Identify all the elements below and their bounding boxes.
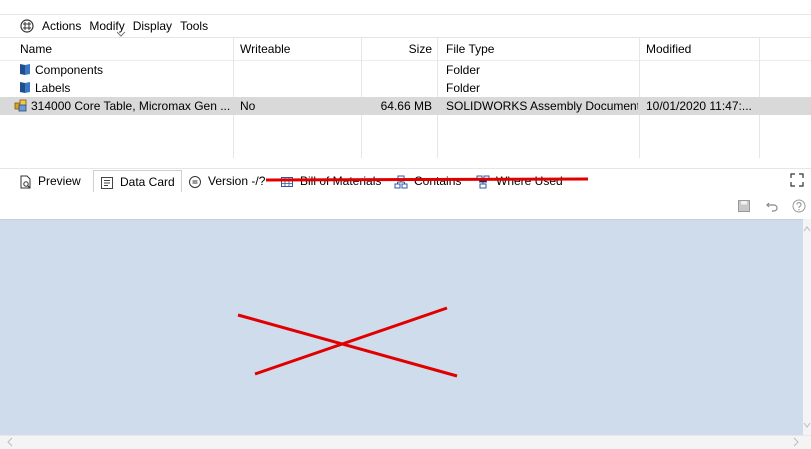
scroll-right-icon[interactable] [790,436,802,448]
tab-version[interactable]: Version -/? [182,170,271,192]
column-header-name[interactable]: Name [20,38,230,60]
row-name: 314000 Core Table, Micromax Gen ... [31,99,231,113]
scroll-down-icon[interactable] [803,419,811,431]
column-header-writeable[interactable]: Writeable [240,38,350,60]
table-row-selected[interactable]: 314000 Core Table, Micromax Gen ... No 6… [0,97,811,115]
vault-icon [20,19,34,33]
file-type-cell: Folder [446,63,481,77]
row-name: Components [35,63,104,77]
folder-icon [18,80,32,94]
name-cell: Labels [18,79,233,97]
tab-label: Preview [38,174,81,188]
writeable-cell: No [240,99,256,113]
maximize-icon[interactable] [790,173,804,190]
undo-icon[interactable] [765,199,779,213]
sort-chevron-down-icon [116,31,126,37]
horizontal-scrollbar[interactable] [0,435,811,449]
annotation-line [237,313,458,378]
title-strip [0,0,811,15]
vertical-scrollbar[interactable] [803,219,811,435]
menu-tools[interactable]: Tools [176,15,212,37]
tab-label: Where Used [496,174,563,188]
version-icon [188,174,202,188]
table-row[interactable]: Labels Folder [0,79,811,97]
data-card-toolbar [0,193,811,219]
modified-cell: 10/01/2020 11:47:... [646,99,752,113]
file-list: Components Folder Labels Folder 314000 C… [0,61,811,115]
data-card-icon [100,175,114,189]
assembly-icon [14,98,28,112]
file-type-cell: SOLIDWORKS Assembly Document [446,99,638,113]
menu-display[interactable]: Display [129,15,176,37]
tab-label: Version -/? [208,174,266,188]
tab-preview[interactable]: Preview [12,170,87,192]
file-type-cell: Folder [446,81,481,95]
preview-icon [18,174,32,189]
row-name: Labels [35,81,71,95]
name-cell: Components [18,61,233,79]
save-icon[interactable] [737,199,751,213]
annotation-red-cross [237,306,458,378]
tab-label: Data Card [120,174,175,189]
menu-actions[interactable]: Actions [38,15,85,37]
help-icon[interactable] [792,199,806,213]
tab-where-used[interactable]: Where Used [470,170,569,192]
scroll-up-icon[interactable] [803,223,811,235]
column-header-modified[interactable]: Modified [646,38,756,60]
file-list-header: Name Writeable Size File Type Modified [0,38,811,61]
column-header-size[interactable]: Size [360,38,432,60]
column-header-file-type[interactable]: File Type [446,38,636,60]
size-cell: 64.66 MB [380,99,432,113]
folder-icon [18,62,32,76]
tab-data-card[interactable]: Data Card [93,170,182,192]
table-row[interactable]: Components Folder [0,61,811,79]
name-cell: 314000 Core Table, Micromax Gen ... [14,97,233,115]
where-used-icon [476,174,490,189]
scroll-left-icon[interactable] [4,436,16,448]
